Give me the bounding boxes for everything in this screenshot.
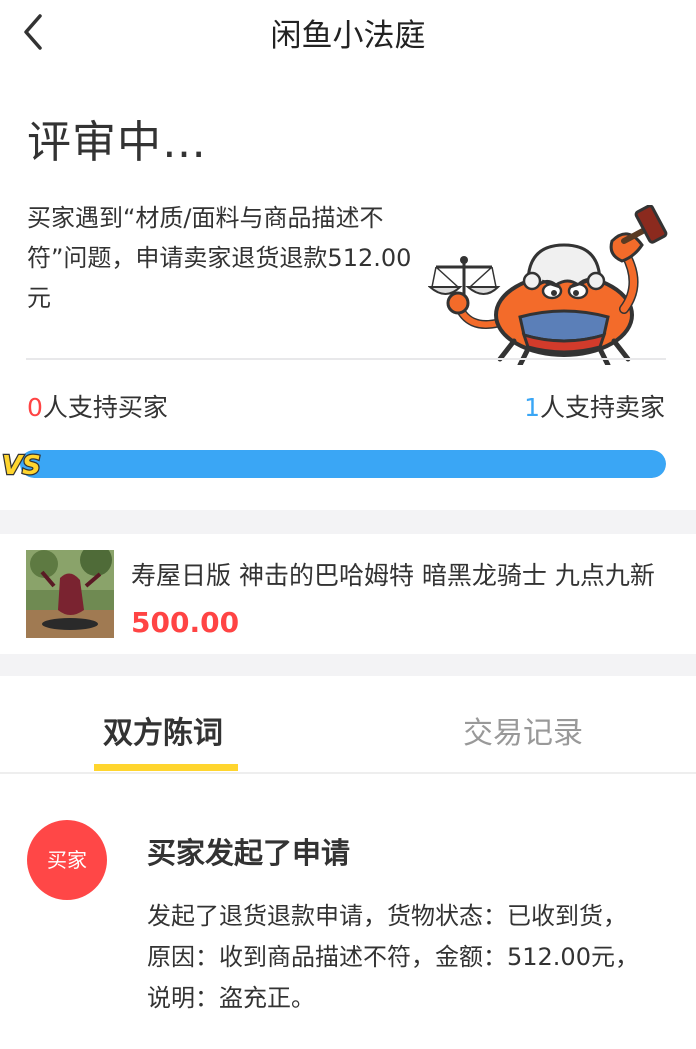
active-tab-indicator [94,764,238,771]
product-price: 500.00 [131,606,240,639]
page-title: 闲鱼小法庭 [270,18,426,54]
product-title: 寿屋日版 神击的巴哈姆特 暗黑龙骑士 九点九新 [131,561,655,590]
seller-vote-fill [20,450,666,478]
gavel-icon [621,205,668,244]
buyer-support-label: 人支持买家 [42,393,168,422]
seller-support: 1人支持卖家 [524,388,665,424]
buyer-avatar: 买家 [27,820,107,900]
divider [26,358,666,360]
statement-body: 发起了退货退款申请，货物状态：已收到货，原因：收到商品描述不符，金额：512.0… [147,902,639,1012]
vs-label: VS [2,451,41,481]
nav-bar: 闲鱼小法庭 [0,0,696,64]
buyer-support-count: 0 [27,393,43,422]
product-card[interactable]: 寿屋日版 神击的巴哈姆特 暗黑龙骑士 九点九新 500.00 [0,534,696,654]
product-thumbnail [26,550,114,638]
tab-statements[interactable]: 双方陈词 [103,708,223,752]
section-gap [0,510,696,534]
vs-badge: VS [1,450,42,482]
tab-transaction-record[interactable]: 交易记录 [463,708,583,752]
crab-judge-illustration [428,205,668,365]
vote-progress-bar [20,450,666,478]
seller-support-count: 1 [524,393,540,422]
case-description: 买家遇到“材质/面料与商品描述不符”问题，申请卖家退货退款512.00元 [27,204,412,312]
statement-title: 买家发起了申请 [147,836,351,870]
buyer-support: 0人支持买家 [27,388,168,424]
seller-support-label: 人支持卖家 [539,393,665,422]
case-status: 评审中… [27,117,207,168]
section-gap [0,654,696,676]
tab-bar: 双方陈词 交易记录 [0,676,696,774]
